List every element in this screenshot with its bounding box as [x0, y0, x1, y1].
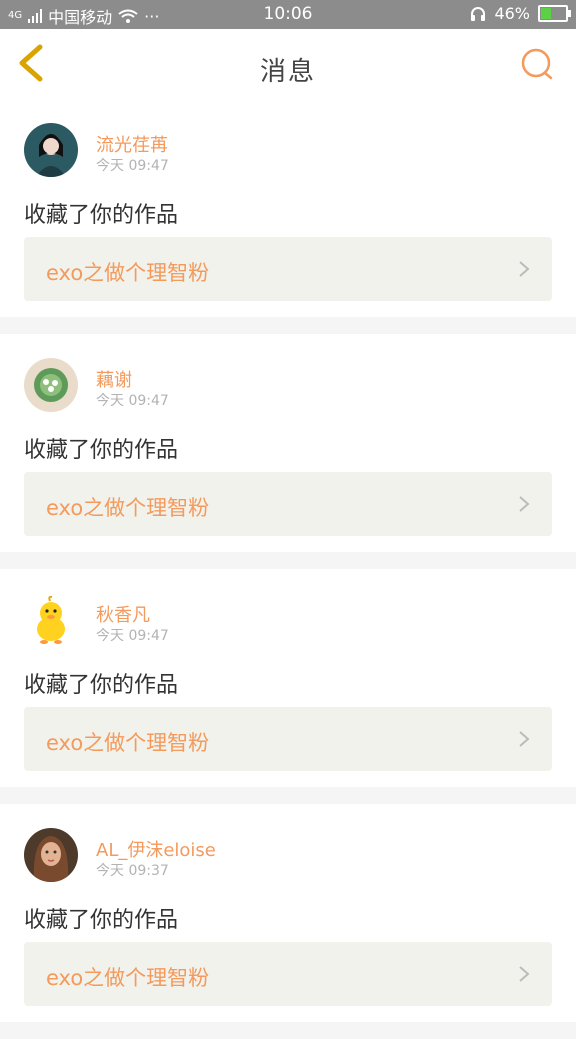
avatar[interactable]	[24, 123, 78, 177]
action-text: 收藏了你的作品	[24, 203, 179, 228]
notification-list: 流光荏苒 今天 09:47 收藏了你的作品 exo之做个理智粉 藕谢 今天 09…	[0, 99, 576, 1039]
page-title: 消息	[259, 57, 316, 87]
notification-card: 秋香凡 今天 09:47 收藏了你的作品 exo之做个理智粉	[0, 569, 576, 787]
search-icon[interactable]	[518, 45, 556, 83]
chevron-right-icon	[519, 731, 530, 747]
notification-card: AL_伊沫eloise 今天 09:37 收藏了你的作品 exo之做个理智粉	[0, 804, 576, 1022]
headphones-icon	[471, 6, 486, 21]
timestamp: 今天 09:37	[96, 863, 169, 879]
status-right: 46%	[470, 4, 571, 23]
username[interactable]: 秋香凡	[96, 601, 150, 627]
nav-header: 消息	[0, 29, 576, 100]
timestamp: 今天 09:47	[96, 393, 169, 409]
notification-card: 藕谢 今天 09:47 收藏了你的作品 exo之做个理智粉	[0, 334, 576, 552]
username[interactable]: 流光荏苒	[96, 131, 168, 157]
timestamp: 今天 09:47	[96, 628, 169, 644]
work-title: exo之做个理智粉	[46, 966, 210, 990]
work-link[interactable]: exo之做个理智粉	[24, 942, 552, 1006]
avatar[interactable]	[24, 828, 78, 882]
avatar[interactable]	[24, 358, 78, 412]
work-title: exo之做个理智粉	[46, 731, 210, 755]
work-title: exo之做个理智粉	[46, 496, 210, 520]
notification-card: 流光荏苒 今天 09:47 收藏了你的作品 exo之做个理智粉	[0, 99, 576, 317]
chevron-right-icon	[519, 261, 530, 277]
username[interactable]: AL_伊沫eloise	[96, 836, 216, 862]
chevron-right-icon	[519, 496, 530, 512]
work-link[interactable]: exo之做个理智粉	[24, 237, 552, 301]
work-link[interactable]: exo之做个理智粉	[24, 707, 552, 771]
battery-fill	[541, 8, 551, 19]
battery-percent: 46%	[494, 4, 530, 23]
action-text: 收藏了你的作品	[24, 673, 179, 698]
chevron-right-icon	[519, 966, 530, 982]
action-text: 收藏了你的作品	[24, 438, 179, 463]
status-bar: 4G 中国移动 ··· 10:06 46%	[0, 0, 576, 29]
action-text: 收藏了你的作品	[24, 908, 179, 933]
work-link[interactable]: exo之做个理智粉	[24, 472, 552, 536]
timestamp: 今天 09:47	[96, 158, 169, 174]
avatar[interactable]	[24, 593, 78, 647]
username[interactable]: 藕谢	[96, 366, 132, 392]
work-title: exo之做个理智粉	[46, 261, 210, 285]
battery-icon	[538, 5, 571, 22]
